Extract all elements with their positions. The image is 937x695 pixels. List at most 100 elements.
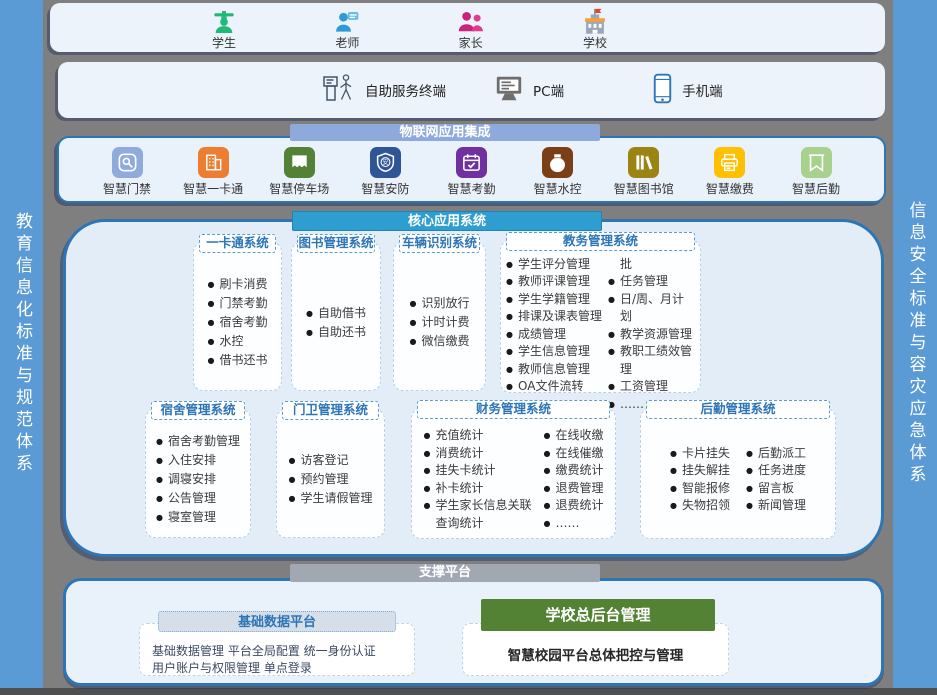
system-item: ●自助借书 [306, 304, 366, 323]
system-item: ●工资管理 [608, 378, 695, 396]
bullet-icon: ● [156, 470, 168, 489]
system-item: ●公告管理 [156, 489, 240, 508]
iot-banner: 物联网应用集成 [290, 124, 600, 141]
system-item: ●寝室管理 [156, 508, 240, 527]
phone-icon [652, 73, 673, 108]
system-items-gate: ●访客登记●预约管理●学生请假管理 [277, 410, 384, 537]
left-standards-bar: 教育信息化标准与规范体系 [0, 0, 43, 688]
iot-row: 智慧门禁智慧一卡通智慧停车场安智慧安防智慧考勤智慧水控智慧图书馆智慧缴费智慧后勤 [91, 147, 852, 197]
bullet-icon: ● [608, 291, 620, 326]
bullet-icon: ● [746, 445, 758, 463]
system-item-label: 识别放行 [421, 294, 469, 313]
core-section: 一卡通系统●刷卡消费●门禁考勤●宿舍考勤●水控●借书还书图书管理系统●自助借书●… [63, 219, 884, 557]
library-icon [628, 147, 659, 178]
bottom-bar [0, 688, 937, 695]
system-items-onecard: ●刷卡消费●门禁考勤●宿舍考勤●水控●借书还书 [194, 243, 281, 390]
bullet-icon: ● [423, 427, 435, 445]
system-card-library: 图书管理系统●自助借书●自助还书 [291, 242, 381, 391]
system-item: ●入住安排 [156, 451, 240, 470]
system-item: ●…… [543, 515, 603, 533]
system-item-label: 挂失卡统计 [435, 462, 495, 480]
bullet-icon: ● [506, 343, 518, 361]
user-item-student: 学生 [210, 7, 238, 51]
base-platform-line-1: 基础数据管理 平台全局配置 统一身份认证 [152, 643, 408, 660]
system-item-label: …… [555, 515, 579, 533]
user-item-parent: 家长 [457, 7, 485, 51]
system-item-label: 卡片挂失 [682, 445, 730, 463]
system-item-label: 成绩管理 [518, 326, 566, 344]
right-standards-label: 信息安全标准与容灾应急体系 [907, 201, 924, 487]
user-label-teacher: 老师 [335, 37, 359, 50]
system-item-label: 宿舍考勤 [219, 313, 267, 332]
system-item: ●任务管理 [608, 273, 695, 291]
base-platform-line-2: 用户账户与权限管理 单点登录 [152, 660, 408, 677]
system-card-gate: 门卫管理系统●访客登记●预约管理●学生请假管理 [276, 409, 385, 538]
system-item-column: ●访客登记●预约管理●学生请假管理 [288, 451, 372, 508]
bullet-icon: ● [156, 451, 168, 470]
bullet-icon: ● [423, 462, 435, 480]
system-item: ●识别放行 [409, 294, 469, 313]
bullet-icon: ● [543, 497, 555, 515]
system-item: ●在线催缴 [543, 445, 603, 463]
system-item: ●排课及课表管理 [506, 308, 604, 326]
system-item-label: 入住安排 [168, 451, 216, 470]
iot-label-payment: 智慧缴费 [706, 180, 754, 197]
bullet-icon: ● [746, 462, 758, 480]
core-banner: 核心应用系统 [292, 211, 602, 231]
users-row: 学生 老师 家长学校 [210, 7, 610, 51]
system-item-label: 任务进度 [758, 462, 806, 480]
system-item-label: OA文件流转 [518, 378, 583, 396]
system-item-column: ●后勤派工●任务进度●留言板●新闻管理 [746, 445, 806, 515]
system-item: ●缴费统计 [543, 462, 603, 480]
system-item-column: ●流程提交及审批●任务管理●日/周、月计划●教学资源管理●教职工绩效管理●工资管… [608, 238, 695, 413]
system-item-label: 访客登记 [300, 451, 348, 470]
system-item-label: 排课及课表管理 [518, 308, 602, 326]
system-item-label: 计时计费 [421, 313, 469, 332]
bullet-icon: ● [506, 256, 518, 274]
system-item-label: 教师评课管理 [518, 273, 590, 291]
system-item: ●学生信息管理 [506, 343, 604, 361]
system-title-academic: 教务管理系统 [506, 232, 695, 251]
system-item-label: 日/周、月计划 [620, 291, 695, 326]
system-item-label: 新闻管理 [758, 497, 806, 515]
system-item: ●卡片挂失 [670, 445, 730, 463]
system-item: ●预约管理 [288, 470, 372, 489]
terminal-item-phone: 手机端 [652, 73, 723, 108]
system-card-finance: 财务管理系统●充值统计●消费统计●挂失卡统计●补卡统计●学生家长信息关联查询统计… [411, 408, 616, 539]
system-item-column: ●学生评分管理●教师评课管理●学生学籍管理●排课及课表管理●成绩管理●学生信息管… [506, 256, 604, 396]
onecard-icon [198, 147, 229, 178]
logistics-icon [801, 147, 832, 178]
bullet-icon: ● [306, 323, 318, 342]
bullet-icon: ● [506, 326, 518, 344]
system-item-label: 后勤派工 [758, 445, 806, 463]
system-item-label: 学生请假管理 [300, 489, 372, 508]
iot-item-parking: 智慧停车场 [263, 147, 335, 197]
school-icon [580, 7, 610, 37]
svg-text:安: 安 [382, 159, 388, 167]
system-item-label: 任务管理 [620, 273, 668, 291]
bullet-icon: ● [670, 462, 682, 480]
system-item: ●教师评课管理 [506, 273, 604, 291]
system-item-label: 学生学籍管理 [518, 291, 590, 309]
system-item: ●学生评分管理 [506, 256, 604, 274]
iot-item-water: 智慧水控 [522, 147, 594, 197]
system-items-library: ●自助借书●自助还书 [292, 243, 380, 390]
smart-campus-architecture-diagram: { "sidebars": { "left": "教育信息化标准与规范体系", … [0, 0, 937, 695]
system-item: ●OA文件流转 [506, 378, 604, 396]
system-item-label: 充值统计 [435, 427, 483, 445]
system-item: ●补卡统计 [423, 480, 541, 498]
system-item-label: 留言板 [758, 480, 794, 498]
user-label-school: 学校 [583, 37, 607, 50]
system-card-logistics: 后勤管理系统●卡片挂失●挂失解挂●智能报修●失物招领●后勤派工●任务进度●留言板… [640, 408, 836, 539]
system-title-dorm: 宿舍管理系统 [151, 401, 245, 420]
bullet-icon: ● [670, 497, 682, 515]
bullet-icon: ● [423, 480, 435, 498]
user-label-student: 学生 [212, 37, 236, 50]
system-item-label: 微信缴费 [421, 332, 469, 351]
bullet-icon: ● [608, 343, 620, 378]
system-item-label: 退费统计 [555, 497, 603, 515]
system-item-label: 教职工绩效管理 [620, 343, 695, 378]
bullet-icon: ● [670, 445, 682, 463]
system-item: ●教职工绩效管理 [608, 343, 695, 378]
bullet-icon: ● [543, 445, 555, 463]
